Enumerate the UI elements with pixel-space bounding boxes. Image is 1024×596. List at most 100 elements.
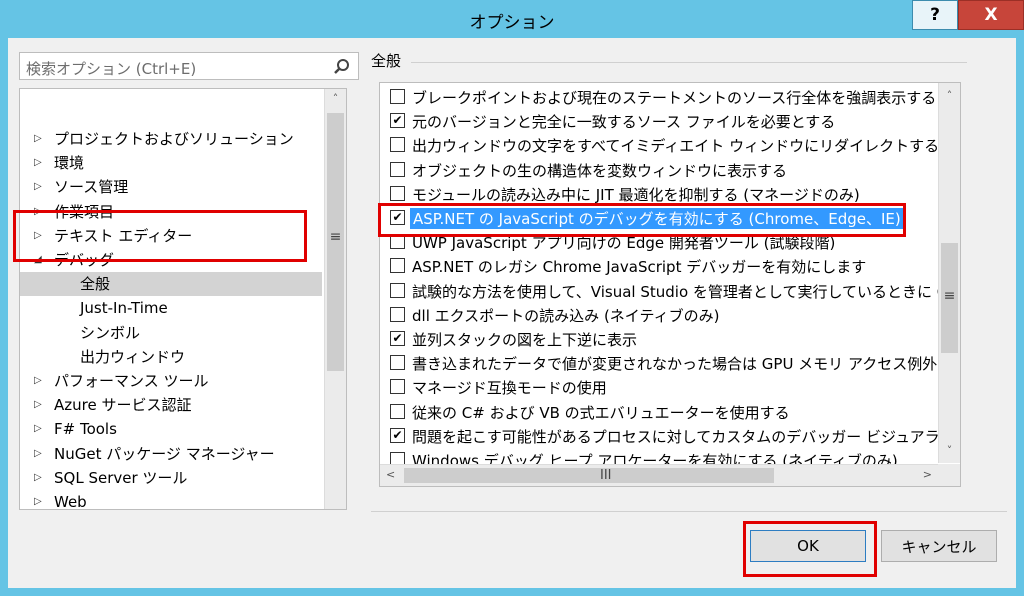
tree-item[interactable]: ▷ テキスト エディター: [20, 224, 322, 248]
option-row[interactable]: マネージド互換モードの使用: [380, 375, 944, 399]
scroll-up-icon[interactable]: ˄: [939, 89, 960, 102]
option-checkbox[interactable]: [390, 306, 405, 322]
collapsed-arrow-icon[interactable]: ▷: [34, 151, 42, 175]
options-tree[interactable]: ▷Web パフォーマンス テスト ツール▷Web▷SQL Server ツール▷…: [19, 88, 347, 510]
tree-item-label: プロジェクトおよびソリューション: [54, 130, 294, 148]
option-checkbox[interactable]: [390, 403, 405, 419]
option-checkbox[interactable]: [390, 282, 405, 298]
tree-item[interactable]: ▷ NuGet パッケージ マネージャー: [20, 442, 322, 466]
tree-item[interactable]: シンボル: [20, 321, 322, 345]
tree-scrollbar[interactable]: ˄ ≡: [324, 89, 346, 509]
collapsed-arrow-icon[interactable]: ▷: [34, 175, 42, 199]
option-label: ブレークポイントおよび現在のステートメントのソース行全体を強調表示する (C++…: [412, 89, 960, 107]
option-row[interactable]: ✔ 元のバージョンと完全に一致するソース ファイルを必要とする: [380, 109, 944, 133]
option-label: 従来の C# および VB の式エバリュエーターを使用する: [412, 403, 790, 422]
tree-item-label: 作業項目: [54, 202, 115, 221]
collapsed-arrow-icon[interactable]: ▷: [34, 490, 42, 509]
tree-item[interactable]: ▷ パフォーマンス ツール: [20, 369, 322, 393]
option-checkbox[interactable]: [390, 355, 405, 371]
option-checkbox[interactable]: ✔: [390, 210, 405, 225]
tree-item-label: シンボル: [80, 323, 141, 342]
option-row[interactable]: ✔ ASP.NET の JavaScript のデバッグを有効にする (Chrom…: [380, 206, 944, 230]
help-button[interactable]: ?: [912, 0, 958, 30]
scroll-right-icon[interactable]: >: [923, 468, 932, 481]
cancel-button[interactable]: キャンセル: [881, 530, 997, 562]
collapsed-arrow-icon[interactable]: ▷: [34, 417, 42, 441]
option-checkbox[interactable]: [390, 185, 405, 201]
tree-item-label: 出力ウィンドウ: [80, 347, 186, 366]
option-checkbox[interactable]: [390, 137, 405, 153]
option-row[interactable]: UWP JavaScript アプリ向けの Edge 開発者ツール (試験段階): [380, 230, 944, 254]
close-button[interactable]: X: [958, 0, 1024, 30]
tree-item[interactable]: ▷ ソース管理: [20, 175, 322, 199]
collapsed-arrow-icon[interactable]: ▷: [34, 466, 42, 490]
option-checkbox[interactable]: ✔: [390, 427, 405, 443]
tree-item-label: ソース管理: [54, 178, 129, 197]
tree-item-label: デバッグ: [54, 251, 115, 269]
collapsed-arrow-icon[interactable]: ▷: [34, 442, 42, 466]
option-row[interactable]: ✔ 並列スタックの図を上下逆に表示: [380, 327, 944, 351]
tree-item[interactable]: ▷ プロジェクトおよびソリューション: [20, 127, 322, 151]
tree-item[interactable]: ▷ 作業項目: [20, 200, 322, 224]
option-row[interactable]: 出力ウィンドウの文字をすべてイミディエイト ウィンドウにリダイレクトする: [380, 133, 944, 157]
option-label: 元のバージョンと完全に一致するソース ファイルを必要とする: [412, 113, 836, 132]
expanded-arrow-icon[interactable]: ◢: [34, 248, 42, 272]
option-label: 書き込まれたデータで値が変更されなかった場合は GPU メモリ アクセス例外を無…: [412, 355, 961, 374]
collapsed-arrow-icon[interactable]: ▷: [34, 200, 42, 224]
option-label: オブジェクトの生の構造体を変数ウィンドウに表示する: [412, 161, 788, 180]
tree-item[interactable]: ▷ SQL Server ツール: [20, 466, 322, 490]
option-row[interactable]: 試験的な方法を使用して、Visual Studio を管理者として実行していると…: [380, 279, 960, 303]
ok-button[interactable]: OK: [750, 530, 866, 562]
section-divider: [411, 62, 967, 63]
option-checkbox[interactable]: ✔: [390, 113, 405, 129]
search-icon[interactable]: [332, 57, 352, 77]
tree-item-label: NuGet パッケージ マネージャー: [54, 444, 275, 463]
option-row[interactable]: モジュールの読み込み中に JIT 最適化を抑制する (マネージドのみ): [380, 182, 944, 206]
option-checkbox[interactable]: [390, 234, 405, 250]
option-checkbox[interactable]: ✔: [390, 331, 405, 346]
option-label: dll エクスポートの読み込み (ネイティブのみ): [412, 306, 720, 325]
options-vertical-scrollbar[interactable]: ˄ ≡ ˅: [938, 83, 960, 463]
tree-item-label: Azure サービス認証: [54, 396, 192, 415]
options-list[interactable]: Windows デバッグ ヒープ アロケーターを有効にする (ネイティブのみ) ✔…: [379, 82, 961, 487]
tree-item[interactable]: ▷ F# Tools: [20, 417, 322, 441]
option-row[interactable]: 書き込まれたデータで値が変更されなかった場合は GPU メモリ アクセス例外を無…: [380, 351, 960, 375]
option-checkbox[interactable]: [390, 161, 405, 177]
tree-item[interactable]: ◢ デバッグ: [20, 248, 322, 272]
option-row[interactable]: オブジェクトの生の構造体を変数ウィンドウに表示する: [380, 158, 944, 182]
collapsed-arrow-icon[interactable]: ▷: [34, 369, 42, 393]
tree-item[interactable]: Just-In-Time: [20, 296, 322, 320]
section-title: 全般: [371, 52, 402, 70]
collapsed-arrow-icon[interactable]: ▷: [34, 393, 42, 417]
grip-icon: ≡: [329, 229, 342, 245]
tree-item-label: 全般: [80, 275, 111, 294]
scroll-corner: [938, 464, 960, 486]
option-row[interactable]: ブレークポイントおよび現在のステートメントのソース行全体を強調表示する (C++…: [380, 85, 960, 109]
option-checkbox[interactable]: [390, 258, 405, 274]
collapsed-arrow-icon[interactable]: ▷: [34, 224, 42, 248]
tree-item[interactable]: ▷ Azure サービス認証: [20, 393, 322, 417]
option-row[interactable]: dll エクスポートの読み込み (ネイティブのみ): [380, 303, 944, 327]
tree-item-label: SQL Server ツール: [54, 468, 188, 487]
scroll-down-icon[interactable]: ˅: [939, 444, 960, 457]
option-label: 問題を起こす可能性があるプロセスに対してカスタムのデバッガー ビジュアライザーを…: [412, 427, 960, 446]
tree-item[interactable]: ▷ 環境: [20, 151, 322, 175]
tree-item-label: Just-In-Time: [80, 299, 168, 318]
option-checkbox[interactable]: [390, 379, 405, 395]
option-row[interactable]: ✔ 問題を起こす可能性があるプロセスに対してカスタムのデバッガー ビジュアライザー…: [380, 424, 960, 448]
collapsed-arrow-icon[interactable]: ▷: [34, 127, 42, 151]
search-input[interactable]: 検索オプション (Ctrl+E): [19, 52, 359, 80]
option-label: UWP JavaScript アプリ向けの Edge 開発者ツール (試験段階): [412, 234, 836, 253]
option-row[interactable]: 従来の C# および VB の式エバリュエーターを使用する: [380, 400, 944, 424]
option-checkbox[interactable]: [390, 89, 405, 104]
tree-item[interactable]: 出力ウィンドウ: [20, 345, 322, 369]
options-hscroll-thumb[interactable]: III: [404, 468, 774, 483]
options-horizontal-scrollbar[interactable]: < III >: [380, 464, 938, 486]
scroll-left-icon[interactable]: <: [386, 468, 395, 481]
tree-item-label: パフォーマンス ツール: [54, 372, 209, 390]
option-label: ASP.NET の JavaScript のデバッグを有効にする (Chrome…: [410, 208, 904, 229]
tree-item[interactable]: ▷ Web: [20, 490, 322, 509]
option-row[interactable]: ASP.NET のレガシ Chrome JavaScript デバッガーを有効に…: [380, 254, 944, 278]
tree-item[interactable]: 全般: [20, 272, 322, 297]
scroll-up-icon[interactable]: ˄: [325, 89, 346, 109]
